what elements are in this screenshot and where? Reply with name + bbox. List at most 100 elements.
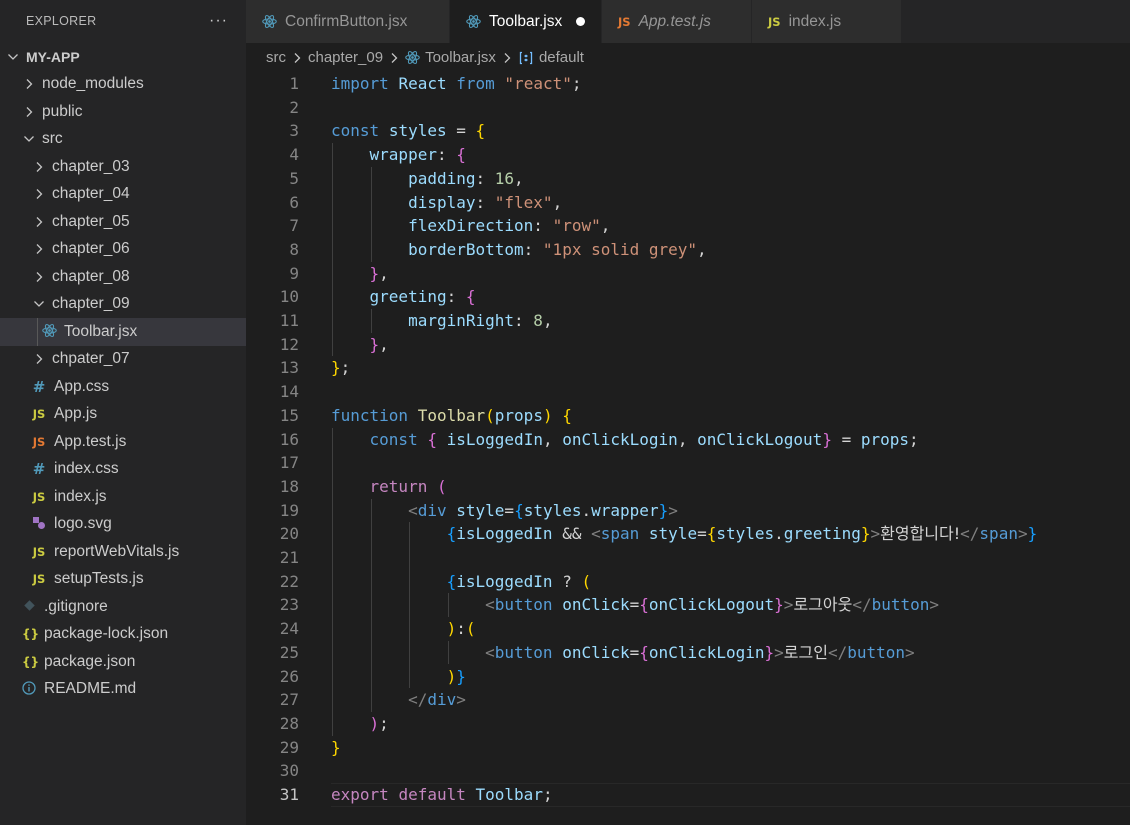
- tree-item-label: chapter_08: [52, 267, 130, 285]
- line-number: 28: [279, 713, 299, 733]
- code-text: padding: 16,: [408, 168, 524, 188]
- tab-label: ConfirmButton.jsx: [285, 12, 408, 30]
- code-text: flexDirection: "row",: [408, 216, 611, 236]
- code-text: <button onClick={onClickLogin}>로그인</butt…: [485, 642, 915, 662]
- folder-item[interactable]: chpater_07: [0, 346, 246, 374]
- folder-item[interactable]: chapter_05: [0, 208, 246, 236]
- tab-toolbar-jsx[interactable]: Toolbar.jsx: [450, 0, 602, 43]
- tree-item-label: chapter_03: [52, 157, 130, 175]
- folder-item[interactable]: public: [0, 98, 246, 126]
- tab-app-test-js[interactable]: JS App.test.js: [602, 0, 752, 43]
- explorer-title: EXPLORER: [26, 14, 97, 28]
- tab-label: index.js: [788, 12, 842, 30]
- tree-item-label: chapter_09: [52, 295, 130, 313]
- code-editor[interactable]: 1 import React from "react"; 2 3 const style…: [246, 72, 1130, 825]
- folder-item[interactable]: chapter_04: [0, 181, 246, 209]
- code-text: marginRight: 8,: [408, 311, 553, 330]
- code-text: };: [331, 358, 351, 378]
- code-text: function Toolbar(props) {: [331, 405, 572, 425]
- line-number: 7: [289, 216, 299, 236]
- indent-guide: [332, 143, 333, 357]
- file-item[interactable]: JS App.js: [0, 401, 246, 429]
- file-item[interactable]: JS setupTests.js: [0, 566, 246, 594]
- folder-item[interactable]: chapter_09: [0, 291, 246, 319]
- chevron-right-icon: [32, 271, 46, 283]
- line-number: 6: [289, 192, 299, 212]
- file-item[interactable]: README.md: [0, 676, 246, 704]
- breadcrumb-item[interactable]: Toolbar.jsx: [405, 49, 496, 66]
- line-number: 1: [289, 74, 299, 93]
- file-item[interactable]: JS reportWebVitals.js: [0, 538, 246, 566]
- unsaved-dot-icon[interactable]: [576, 17, 586, 26]
- line-number: 31: [279, 785, 299, 804]
- code-line: 24 ):(: [246, 617, 1130, 641]
- indent-guide: [332, 427, 333, 736]
- code-text: const { isLoggedIn, onClickLogin, onClic…: [369, 429, 919, 449]
- tree-item-label: .gitignore: [44, 597, 108, 615]
- indent-guide: [370, 309, 372, 333]
- code-line: 2: [246, 96, 1130, 120]
- svg-icon: [32, 516, 46, 533]
- code-text: const styles = {: [331, 121, 486, 141]
- folder-item[interactable]: node_modules: [0, 71, 246, 99]
- git-icon: [22, 599, 36, 615]
- line-number: 16: [279, 429, 299, 449]
- tree-item-label: setupTests.js: [54, 570, 144, 588]
- file-item[interactable]: JS App.test.js: [0, 428, 246, 456]
- tree-item-label: index.js: [54, 487, 107, 505]
- file-item[interactable]: logo.svg: [0, 511, 246, 539]
- file-item[interactable]: {} package-lock.json: [0, 621, 246, 649]
- folder-item[interactable]: MY-APP: [0, 43, 246, 71]
- tree-item-label: node_modules: [42, 75, 144, 93]
- folder-item[interactable]: chapter_03: [0, 153, 246, 181]
- css-icon: #: [32, 377, 46, 396]
- chevron-right-icon: [32, 243, 46, 255]
- code-line: 8 borderBottom: "1px solid grey",: [246, 238, 1130, 262]
- breadcrumb-item[interactable]: src: [266, 49, 286, 66]
- explorer-header: EXPLORER ···: [0, 0, 246, 42]
- code-line: 9 },: [246, 262, 1130, 286]
- breadcrumb-label: default: [538, 49, 584, 66]
- line-number: 10: [279, 287, 299, 307]
- code-line: 12 },: [246, 333, 1130, 357]
- tab-index-js[interactable]: JS index.js: [752, 0, 902, 43]
- tree-item-label: Toolbar.jsx: [64, 322, 138, 340]
- line-number: 13: [279, 358, 299, 378]
- file-item[interactable]: Toolbar.jsx: [0, 318, 246, 346]
- more-actions-icon[interactable]: ···: [209, 12, 228, 30]
- code-line: 31 export default Toolbar;: [246, 783, 1130, 807]
- file-item[interactable]: JS index.js: [0, 483, 246, 511]
- folder-item[interactable]: chapter_06: [0, 236, 246, 264]
- tree-item-label: logo.svg: [54, 515, 112, 533]
- breadcrumb-item[interactable]: chapter_09: [308, 49, 383, 66]
- file-item[interactable]: {} package.json: [0, 648, 246, 676]
- code-text: )}: [446, 666, 466, 686]
- code-line: 26 )}: [246, 665, 1130, 689]
- symbol-module-icon: [518, 51, 534, 65]
- line-number: 2: [289, 97, 299, 117]
- code-line: 27 </div>: [246, 688, 1130, 712]
- breadcrumb-item[interactable]: default: [518, 49, 584, 66]
- breadcrumb-label: src: [266, 49, 286, 66]
- info-icon: [22, 681, 36, 698]
- chevron-right-icon: [22, 78, 36, 90]
- indent-guide: [370, 166, 372, 262]
- chevron-right-icon: [292, 52, 302, 64]
- file-item[interactable]: # index.css: [0, 456, 246, 484]
- code-line: 13};: [246, 356, 1130, 380]
- code-line: 23 <button onClick={onClickLogout}>로그아웃<…: [246, 593, 1130, 617]
- folder-item[interactable]: chapter_08: [0, 263, 246, 291]
- folder-item[interactable]: src: [0, 126, 246, 154]
- chevron-right-icon: [22, 106, 36, 118]
- tree-item-label: App.js: [54, 405, 98, 423]
- chevron-right-icon: [32, 161, 46, 173]
- breadcrumb-label: Toolbar.jsx: [425, 49, 496, 66]
- tree-item-label: chapter_05: [52, 212, 130, 230]
- js-icon: JS: [32, 489, 46, 504]
- file-item[interactable]: .gitignore: [0, 593, 246, 621]
- chevron-right-icon: [502, 52, 512, 64]
- file-item[interactable]: # App.css: [0, 373, 246, 401]
- line-number: 17: [279, 453, 299, 473]
- tab-confirmbutton-jsx[interactable]: ConfirmButton.jsx: [246, 0, 450, 43]
- code-text: wrapper: {: [369, 145, 466, 165]
